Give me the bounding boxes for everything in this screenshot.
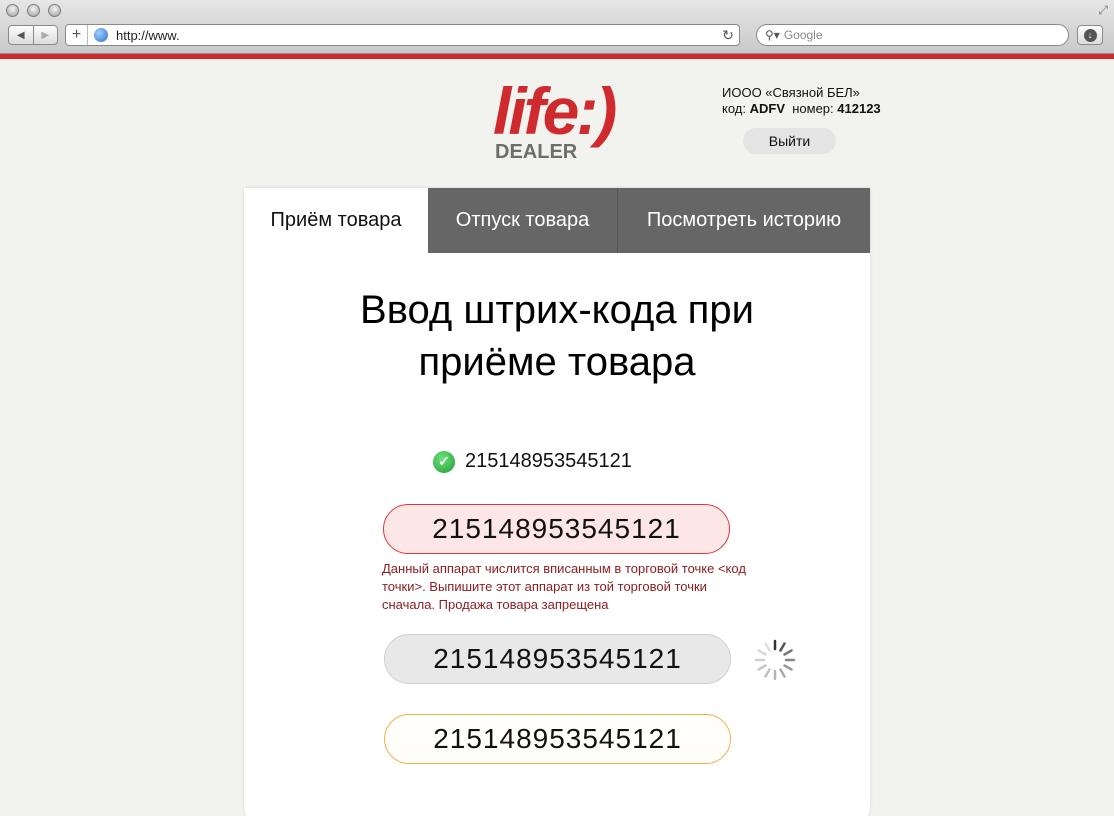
add-bookmark-icon[interactable]: +: [66, 25, 88, 45]
search-field[interactable]: ⚲▾ Google: [756, 24, 1069, 46]
brand-stripe: [0, 54, 1114, 59]
logo-word: life:): [493, 74, 617, 148]
dealer-info: ИООО «Связной БЕЛ» код: ADFV номер: 4121…: [722, 85, 881, 117]
error-message: Данный аппарат числится вписанным в торг…: [382, 561, 746, 612]
barcode-input-focused[interactable]: 215148953545121: [384, 714, 731, 764]
life-dealer-logo: life:) DEALER: [493, 78, 643, 164]
minimize-window-icon[interactable]: [27, 4, 40, 17]
main-card: Приём товара Отпуск товара Посмотреть ис…: [244, 188, 870, 816]
tab-issue[interactable]: Отпуск товара: [428, 188, 618, 253]
history-nav: ◀ ▶: [8, 25, 58, 45]
address-bar[interactable]: + http://www. ↻: [65, 24, 740, 46]
globe-icon: [94, 28, 108, 42]
check-icon: ✓: [433, 450, 455, 473]
search-placeholder: Google: [783, 28, 823, 42]
dealer-ids: код: ADFV номер: 412123: [722, 101, 881, 117]
barcode-input-error[interactable]: 215148953545121: [383, 504, 730, 554]
barcode-input-loading[interactable]: 215148953545121: [384, 634, 731, 684]
browser-toolbar: ⤢ ◀ ▶ + http://www. ↻ ⚲▾ Google ↓: [0, 0, 1114, 54]
spinner-icon: [754, 639, 796, 681]
url-text[interactable]: http://www.: [116, 28, 717, 43]
dealer-company: ИООО «Связной БЕЛ»: [722, 85, 860, 100]
forward-icon[interactable]: ▶: [32, 26, 58, 44]
tab-history[interactable]: Посмотреть историю: [618, 188, 870, 253]
scanned-code-row: ✓ 215148953545121: [433, 450, 632, 473]
tab-receive[interactable]: Приём товара: [244, 188, 428, 253]
page-title: Ввод штрих-кода при приёме товара: [244, 284, 870, 388]
back-icon[interactable]: ◀: [9, 26, 33, 44]
fullscreen-icon[interactable]: ⤢: [1098, 3, 1108, 18]
logo-subtitle: DEALER: [495, 141, 578, 163]
scanned-code: 215148953545121: [465, 450, 632, 472]
reload-icon[interactable]: ↻: [717, 27, 739, 44]
code-label: код:: [722, 101, 746, 116]
logout-button[interactable]: Выйти: [743, 128, 836, 154]
code-value: ADFV: [749, 101, 785, 116]
close-window-icon[interactable]: [6, 4, 19, 17]
download-icon: ↓: [1083, 28, 1097, 42]
title-line-1: Ввод штрих-кода при: [360, 288, 754, 332]
zoom-window-icon[interactable]: [48, 4, 61, 17]
downloads-button[interactable]: ↓: [1077, 25, 1103, 45]
number-label: номер:: [792, 101, 834, 116]
title-line-2: приёме товара: [418, 340, 696, 384]
search-icon: ⚲▾: [765, 28, 780, 42]
tab-bar: Приём товара Отпуск товара Посмотреть ис…: [244, 188, 870, 253]
number-value: 412123: [837, 101, 881, 116]
